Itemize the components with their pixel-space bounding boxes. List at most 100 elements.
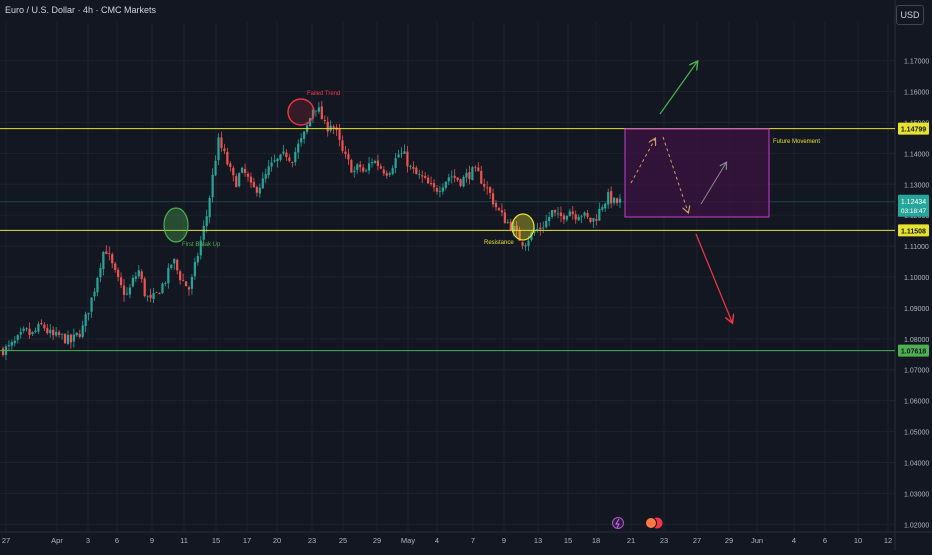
y-tick-label: 1.09000 <box>904 306 929 313</box>
candle-body <box>137 270 140 277</box>
candle-body <box>320 106 323 120</box>
candle-body <box>294 152 297 163</box>
candle-body <box>338 129 341 140</box>
candle-body <box>477 167 480 172</box>
candle-body <box>556 213 560 215</box>
x-tick-label: 27 <box>693 536 701 545</box>
lightning-icon[interactable] <box>612 517 624 529</box>
candle-body <box>415 167 418 175</box>
candle-body <box>385 173 388 176</box>
candle-body <box>545 220 548 228</box>
candle-body <box>480 170 483 184</box>
candle-body <box>43 324 46 329</box>
current-price-text: 1.12434 <box>901 199 926 206</box>
chart-area[interactable]: 1.170001.160001.150001.140001.130001.120… <box>0 0 932 550</box>
candle-body <box>146 295 149 297</box>
candle-body <box>152 293 155 299</box>
candlestick-chart[interactable]: 1.170001.160001.150001.140001.130001.120… <box>0 0 932 550</box>
currency-button[interactable]: USD <box>896 5 924 25</box>
candle-body <box>16 335 19 341</box>
candle-body <box>87 312 90 315</box>
candle-body <box>66 334 70 344</box>
future-movement-box[interactable] <box>624 128 770 218</box>
candle-body <box>612 197 616 203</box>
candle-body <box>7 345 11 347</box>
current-price-label: 1.12434 03:18:47 <box>898 194 929 217</box>
level-price-label: 1.14799 <box>898 122 929 135</box>
candle-body <box>63 334 67 344</box>
candle-body <box>246 173 250 177</box>
candle-body <box>49 329 52 334</box>
x-tick-label: 3 <box>86 536 90 545</box>
candle-body <box>500 210 504 213</box>
first-break-up-label: First Break Up <box>182 242 221 248</box>
x-tick-label: 29 <box>373 536 381 545</box>
candle-body <box>105 251 108 255</box>
candle-body <box>583 212 586 216</box>
candle-body <box>483 183 486 187</box>
candle-body <box>465 172 468 178</box>
candle-body <box>143 278 146 296</box>
failed-trend-ellipse[interactable] <box>287 98 315 126</box>
y-tick-label: 1.13000 <box>904 182 929 189</box>
candle-body <box>303 131 306 139</box>
candle-body <box>19 331 22 335</box>
candle-body <box>217 137 220 161</box>
candle-body <box>131 277 134 287</box>
x-tick-label: May <box>401 536 415 545</box>
candle-body <box>229 163 232 167</box>
candle-body <box>276 158 279 162</box>
candle-body <box>164 283 167 284</box>
candle-body <box>75 332 78 336</box>
y-tick-label: 1.06000 <box>904 399 929 406</box>
y-tick-label: 1.16000 <box>904 90 929 97</box>
candle-body <box>317 107 320 112</box>
candle-body <box>562 215 566 220</box>
level-price-label: 1.07618 <box>898 344 929 357</box>
x-tick-label: 12 <box>884 536 892 545</box>
x-tick-label: 23 <box>308 536 316 545</box>
candle-body <box>46 328 49 334</box>
candle-body <box>81 325 84 337</box>
candle-body <box>28 328 31 336</box>
x-tick-label: 27 <box>2 536 10 545</box>
first-break-ellipse[interactable] <box>163 207 189 243</box>
candle-body <box>252 181 256 188</box>
candle-body <box>586 213 589 217</box>
x-tick-label: 13 <box>534 536 542 545</box>
candle-body <box>459 179 462 186</box>
candle-body <box>214 160 217 176</box>
candle-body <box>267 166 270 175</box>
candle-body <box>176 259 179 271</box>
x-tick-label: 9 <box>150 536 154 545</box>
candle-body <box>196 255 199 263</box>
candle-body <box>468 172 471 180</box>
candle-body <box>565 215 568 220</box>
x-tick-label: 10 <box>854 536 862 545</box>
candle-body <box>78 333 81 337</box>
candle-body <box>373 160 377 163</box>
candle-body <box>220 137 223 148</box>
candle-body <box>211 174 214 198</box>
candle-body <box>1 348 5 356</box>
candle-body <box>344 151 347 155</box>
resistance-ellipse[interactable] <box>511 213 535 241</box>
candle-body <box>435 188 439 192</box>
candle-body <box>170 264 173 269</box>
x-tick-label: 23 <box>660 536 668 545</box>
candle-body <box>285 152 288 158</box>
candle-body <box>99 268 102 278</box>
candle-body <box>379 166 382 169</box>
y-tick-label: 1.07000 <box>904 368 929 375</box>
candle-body <box>548 217 551 222</box>
candle-body <box>506 222 509 223</box>
candle-body <box>84 314 87 327</box>
x-tick-label: 7 <box>471 536 475 545</box>
x-tick-label: 11 <box>180 536 188 545</box>
candle-body <box>69 334 72 343</box>
candle-body <box>255 186 258 193</box>
candle-body <box>173 258 176 264</box>
candle-body <box>323 119 326 121</box>
future-movement-label: Future Movement <box>773 139 820 145</box>
flag-icon[interactable] <box>645 517 663 529</box>
